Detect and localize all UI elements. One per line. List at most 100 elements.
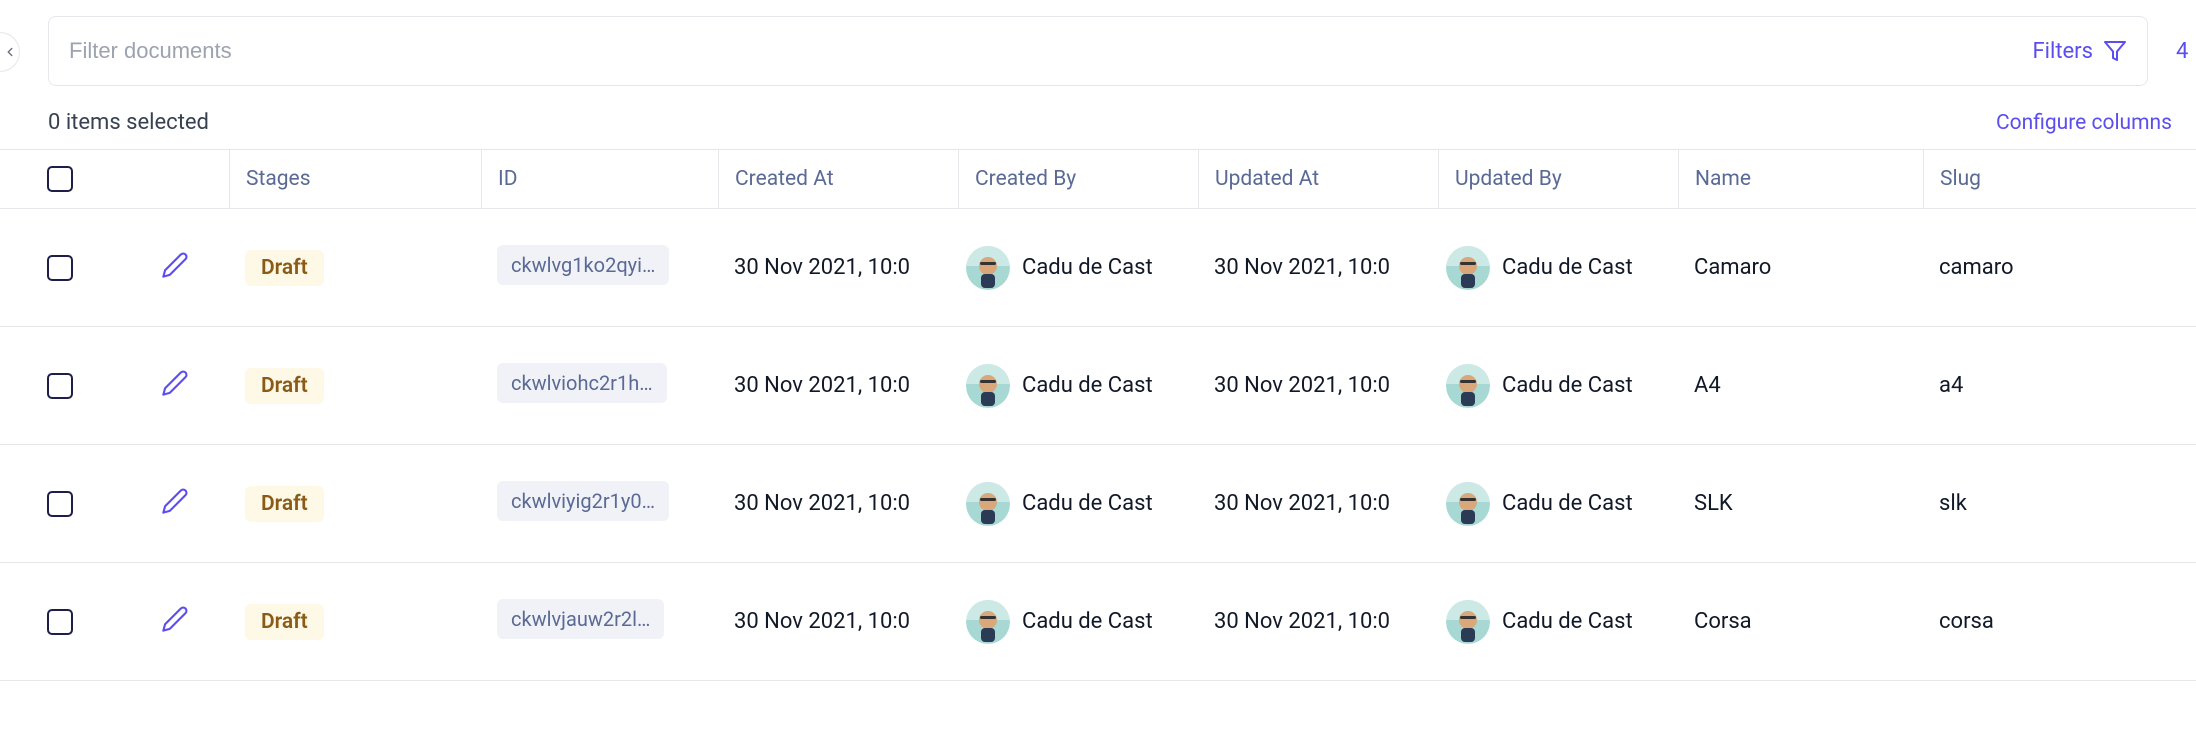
row-checkbox-cell xyxy=(0,373,120,399)
stage-badge: Draft xyxy=(245,486,324,522)
row-slug: slk xyxy=(1923,491,2196,516)
id-badge[interactable]: ckwlviyig2r1y0… xyxy=(497,481,669,521)
row-updated-by-cell: Cadu de Cast xyxy=(1438,364,1678,408)
id-badge[interactable]: ckwlvg1ko2qyi… xyxy=(497,245,669,285)
entries-count: 4 xyxy=(2176,39,2196,64)
row-checkbox[interactable] xyxy=(47,609,73,635)
row-created-by-cell: Cadu de Cast xyxy=(958,600,1198,644)
updated-by-name: Cadu de Cast xyxy=(1502,609,1633,634)
row-checkbox-cell xyxy=(0,491,120,517)
updated-by-name: Cadu de Cast xyxy=(1502,491,1633,516)
row-created-by-cell: Cadu de Cast xyxy=(958,246,1198,290)
documents-table: Stages ID Created At Created By Updated … xyxy=(0,149,2196,681)
created-by-name: Cadu de Cast xyxy=(1022,373,1153,398)
avatar xyxy=(966,246,1010,290)
row-checkbox-cell xyxy=(0,255,120,281)
row-checkbox[interactable] xyxy=(47,373,73,399)
filter-input[interactable] xyxy=(69,38,2016,64)
avatar xyxy=(1446,246,1490,290)
avatar xyxy=(966,600,1010,644)
table-row[interactable]: Draft ckwlvjauw2r2l… 30 Nov 2021, 10:0 C… xyxy=(0,563,2196,681)
row-checkbox[interactable] xyxy=(47,491,73,517)
row-stage-cell: Draft xyxy=(229,250,481,286)
header-slug[interactable]: Slug xyxy=(1923,150,2196,208)
stage-badge: Draft xyxy=(245,250,324,286)
chevron-left-icon xyxy=(3,45,17,59)
table-row[interactable]: Draft ckwlvg1ko2qyi… 30 Nov 2021, 10:0 C… xyxy=(0,209,2196,327)
row-checkbox[interactable] xyxy=(47,255,73,281)
row-updated-at: 30 Nov 2021, 10:0 xyxy=(1198,491,1438,516)
row-slug: a4 xyxy=(1923,373,2196,398)
row-checkbox-cell xyxy=(0,609,120,635)
avatar xyxy=(1446,482,1490,526)
avatar xyxy=(1446,600,1490,644)
avatar xyxy=(966,364,1010,408)
filters-label: Filters xyxy=(2032,39,2093,64)
select-all-checkbox[interactable] xyxy=(47,166,73,192)
filter-area: Filters 4 xyxy=(0,0,2196,102)
table-body: Draft ckwlvg1ko2qyi… 30 Nov 2021, 10:0 C… xyxy=(0,209,2196,681)
row-created-by-cell: Cadu de Cast xyxy=(958,364,1198,408)
table-toolbar: 0 items selected Configure columns xyxy=(0,102,2196,149)
selected-count-label: 0 items selected xyxy=(48,110,209,135)
row-name: Corsa xyxy=(1678,609,1923,634)
header-name[interactable]: Name xyxy=(1678,150,1923,208)
pencil-icon[interactable] xyxy=(161,369,189,403)
table-row[interactable]: Draft ckwlviyig2r1y0… 30 Nov 2021, 10:0 … xyxy=(0,445,2196,563)
header-created-at[interactable]: Created At xyxy=(718,150,958,208)
row-name: A4 xyxy=(1678,373,1923,398)
row-slug: camaro xyxy=(1923,255,2196,280)
created-by-name: Cadu de Cast xyxy=(1022,491,1153,516)
header-checkbox-cell xyxy=(0,166,120,192)
row-created-at: 30 Nov 2021, 10:0 xyxy=(718,373,958,398)
row-updated-by-cell: Cadu de Cast xyxy=(1438,482,1678,526)
header-id[interactable]: ID xyxy=(481,150,718,208)
row-created-at: 30 Nov 2021, 10:0 xyxy=(718,255,958,280)
id-badge[interactable]: ckwlviohc2r1h… xyxy=(497,363,667,403)
table-row[interactable]: Draft ckwlviohc2r1h… 30 Nov 2021, 10:0 C… xyxy=(0,327,2196,445)
row-updated-at: 30 Nov 2021, 10:0 xyxy=(1198,255,1438,280)
row-edit-cell xyxy=(120,605,229,639)
row-id-cell: ckwlvjauw2r2l… xyxy=(481,599,718,645)
updated-by-name: Cadu de Cast xyxy=(1502,373,1633,398)
row-created-by-cell: Cadu de Cast xyxy=(958,482,1198,526)
row-name: SLK xyxy=(1678,491,1923,516)
avatar xyxy=(1446,364,1490,408)
row-edit-cell xyxy=(120,369,229,403)
filter-box: Filters xyxy=(48,16,2148,86)
row-edit-cell xyxy=(120,251,229,285)
filter-icon xyxy=(2103,39,2127,63)
row-updated-at: 30 Nov 2021, 10:0 xyxy=(1198,609,1438,634)
row-updated-by-cell: Cadu de Cast xyxy=(1438,246,1678,290)
row-updated-by-cell: Cadu de Cast xyxy=(1438,600,1678,644)
row-stage-cell: Draft xyxy=(229,604,481,640)
pencil-icon[interactable] xyxy=(161,605,189,639)
row-id-cell: ckwlviohc2r1h… xyxy=(481,363,718,409)
row-stage-cell: Draft xyxy=(229,486,481,522)
row-edit-cell xyxy=(120,487,229,521)
header-stages[interactable]: Stages xyxy=(229,150,481,208)
table-header: Stages ID Created At Created By Updated … xyxy=(0,149,2196,209)
pencil-icon[interactable] xyxy=(161,487,189,521)
filters-button[interactable]: Filters xyxy=(2016,39,2127,64)
avatar xyxy=(966,482,1010,526)
created-by-name: Cadu de Cast xyxy=(1022,609,1153,634)
updated-by-name: Cadu de Cast xyxy=(1502,255,1633,280)
header-created-by[interactable]: Created By xyxy=(958,150,1198,208)
header-updated-by[interactable]: Updated By xyxy=(1438,150,1678,208)
row-created-at: 30 Nov 2021, 10:0 xyxy=(718,609,958,634)
header-updated-at[interactable]: Updated At xyxy=(1198,150,1438,208)
created-by-name: Cadu de Cast xyxy=(1022,255,1153,280)
id-badge[interactable]: ckwlvjauw2r2l… xyxy=(497,599,664,639)
stage-badge: Draft xyxy=(245,604,324,640)
row-created-at: 30 Nov 2021, 10:0 xyxy=(718,491,958,516)
row-stage-cell: Draft xyxy=(229,368,481,404)
row-id-cell: ckwlvg1ko2qyi… xyxy=(481,245,718,291)
pencil-icon[interactable] xyxy=(161,251,189,285)
configure-columns-button[interactable]: Configure columns xyxy=(1996,111,2172,135)
row-name: Camaro xyxy=(1678,255,1923,280)
row-updated-at: 30 Nov 2021, 10:0 xyxy=(1198,373,1438,398)
stage-badge: Draft xyxy=(245,368,324,404)
row-slug: corsa xyxy=(1923,609,2196,634)
row-id-cell: ckwlviyig2r1y0… xyxy=(481,481,718,527)
